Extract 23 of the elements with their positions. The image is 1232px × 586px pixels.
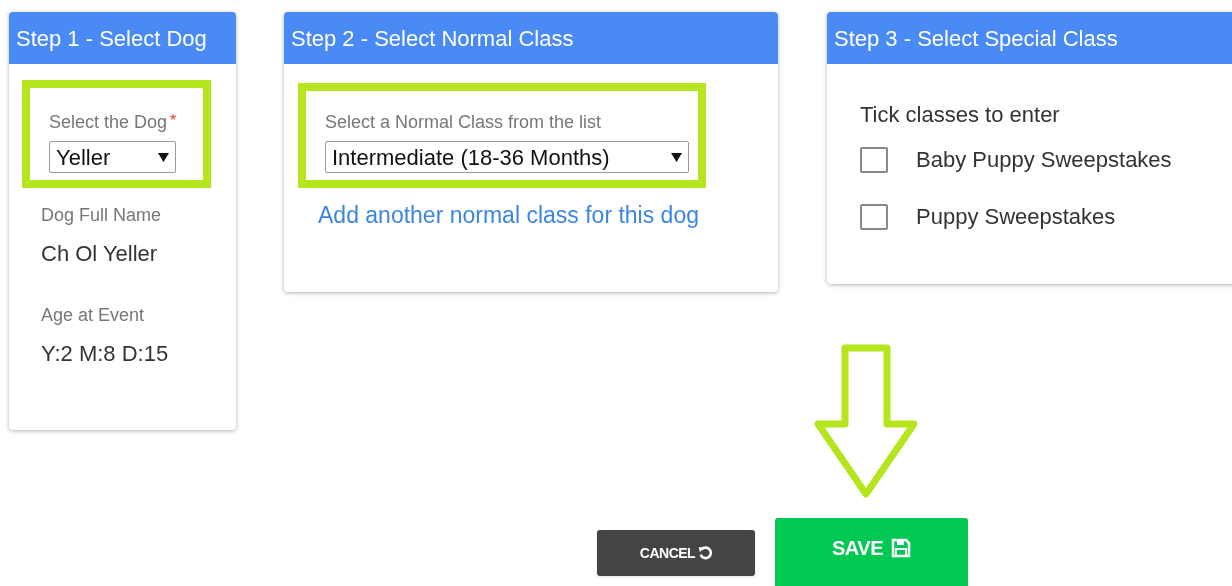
cancel-button[interactable]: CANCEL (597, 530, 755, 576)
card-title: Step 2 - Select Normal Class (284, 12, 778, 64)
dropdown[interactable]: Yeller (49, 141, 176, 173)
checkbox[interactable] (860, 203, 888, 230)
detail-label: Dog Full Name (41, 204, 162, 227)
required-asterisk: * (170, 112, 177, 129)
checkbox-label: Puppy Sweepstakes (916, 203, 1116, 231)
dropdown[interactable]: Intermediate (18-36 Months) (325, 141, 689, 173)
card-title: Step 1 - Select Dog (9, 12, 236, 64)
field-label-text: Select the Dog (49, 112, 168, 132)
detail-value: Ch Ol Yeller (41, 240, 158, 268)
field-label: Select a Normal Class from the list (325, 111, 602, 134)
instruction-text: Tick classes to enter (860, 101, 1060, 129)
undo-icon (698, 546, 713, 560)
detail-value: Y:2 M:8 D:15 (41, 340, 169, 368)
checkbox[interactable] (860, 146, 888, 173)
card-title: Step 3 - Select Special Class (827, 12, 1232, 64)
caret-icon (158, 151, 169, 163)
save-icon (891, 538, 911, 558)
caret-icon (671, 151, 682, 163)
add-class-link[interactable]: Add another normal class for this dog (318, 198, 699, 233)
detail-label: Age at Event (41, 304, 145, 327)
checkbox-label: Baby Puppy Sweepstakes (916, 146, 1172, 174)
